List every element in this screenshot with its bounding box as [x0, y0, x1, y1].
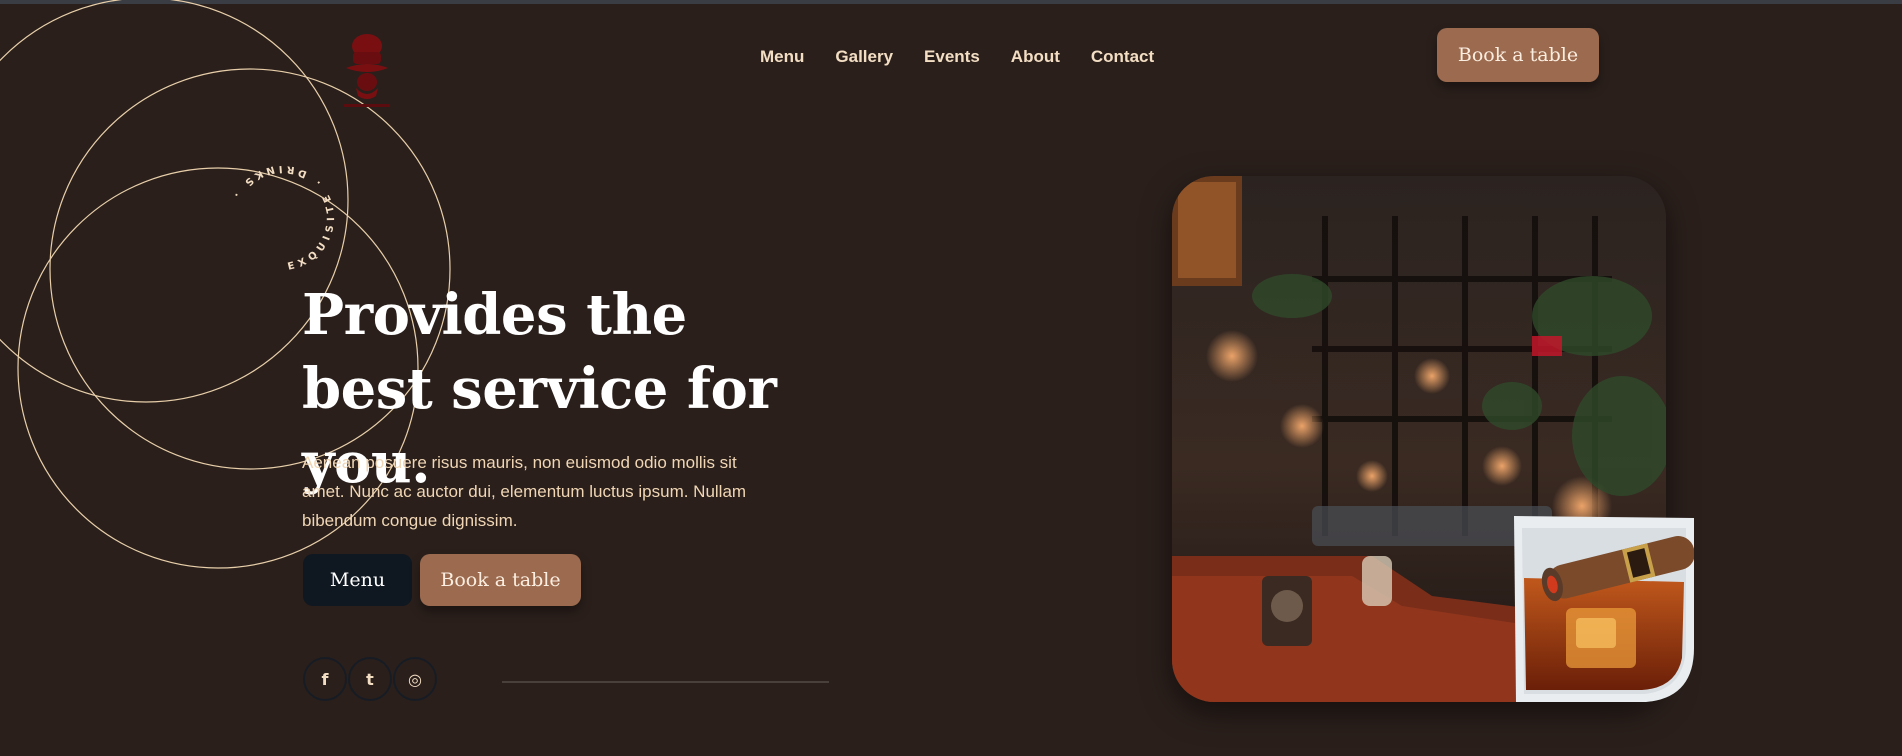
- nav-contact[interactable]: Contact: [1091, 47, 1154, 67]
- hero-divider-line: [502, 681, 829, 683]
- hero-description: Aenean posuere risus mauris, non euismod…: [302, 453, 747, 530]
- brand-logo[interactable]: [336, 30, 398, 114]
- social-links: f t ◎: [303, 657, 437, 701]
- nav-gallery[interactable]: Gallery: [835, 47, 893, 67]
- header-book-table-button[interactable]: Book a table: [1437, 28, 1599, 82]
- nav-menu[interactable]: Menu: [760, 47, 804, 67]
- facebook-icon[interactable]: f: [303, 657, 347, 701]
- twitter-icon[interactable]: t: [348, 657, 392, 701]
- instagram-icon[interactable]: ◎: [393, 657, 437, 701]
- hero-book-table-button[interactable]: Book a table: [420, 554, 581, 606]
- nav-events[interactable]: Events: [924, 47, 980, 67]
- main-nav: Menu Gallery Events About Contact: [760, 47, 1154, 67]
- nav-about[interactable]: About: [1011, 47, 1060, 67]
- whiskey-cigar-image: [1514, 516, 1694, 702]
- hero-menu-button[interactable]: Menu: [303, 554, 412, 606]
